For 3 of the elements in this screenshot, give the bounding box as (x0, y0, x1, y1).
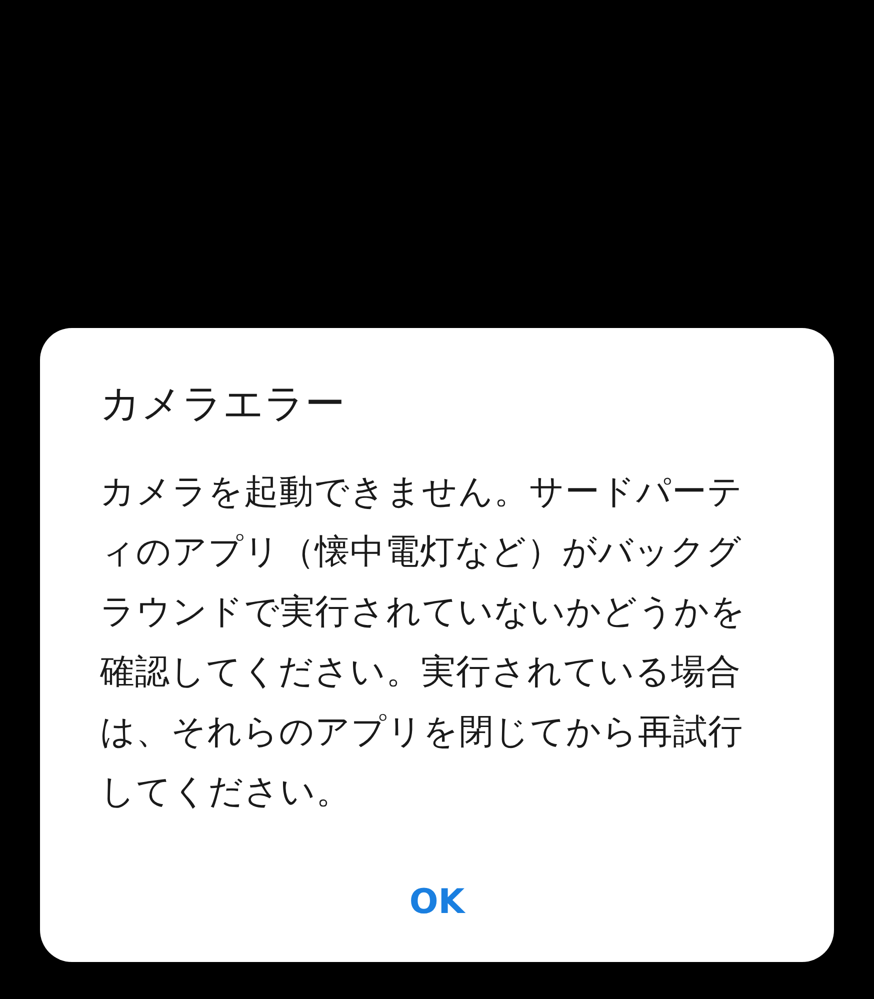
dialog-title: カメラエラー (99, 380, 346, 429)
dialog-message: カメラを起動できません。サードパーティのアプリ（懐中電灯など）がバックグラウンドで実行されていないかどうかを確認してください。実行されている場合は、それらのアプリを閉じてから再試行してください。 (100, 471, 747, 814)
ok-button[interactable]: OK (379, 872, 495, 932)
